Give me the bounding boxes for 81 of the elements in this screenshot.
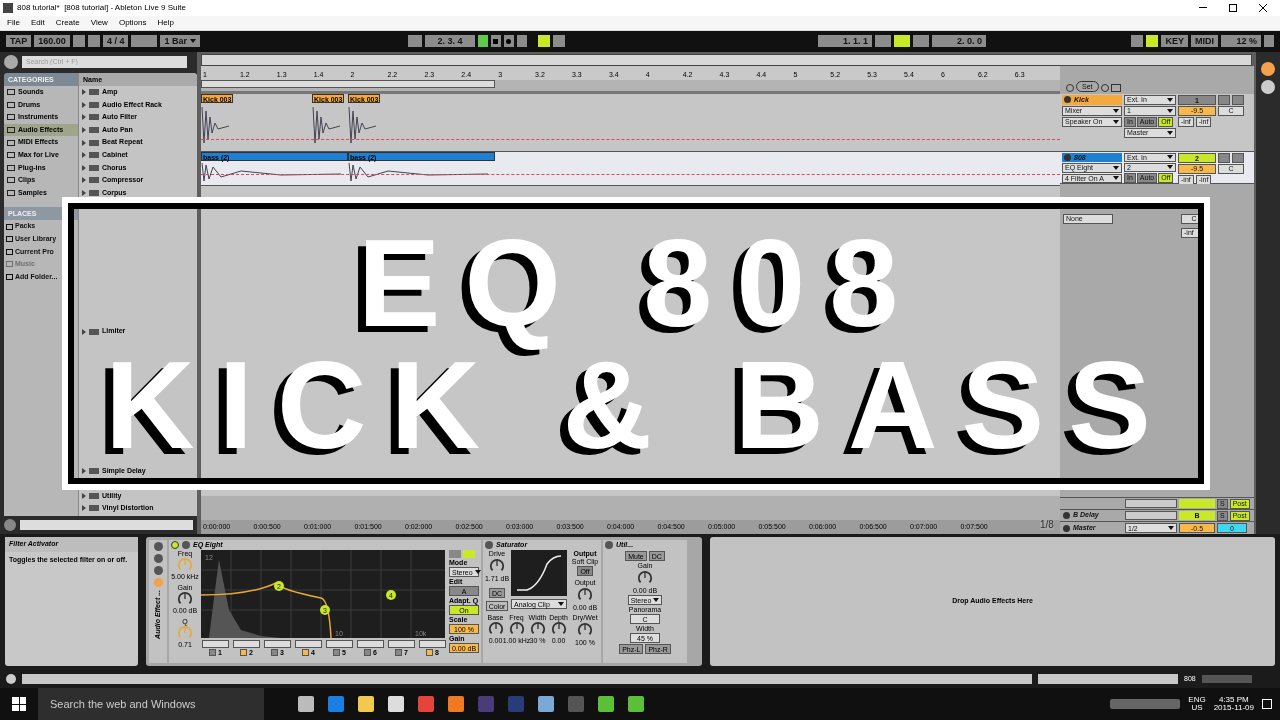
- stop-button[interactable]: [490, 35, 501, 48]
- filter-type-dropdown[interactable]: [202, 640, 229, 649]
- send-field[interactable]: [1125, 511, 1177, 521]
- band-toggle[interactable]: [271, 649, 279, 657]
- band-toggle[interactable]: [364, 649, 372, 657]
- punch-icon[interactable]: [874, 35, 891, 48]
- punch-icon[interactable]: [912, 35, 929, 48]
- pencil-icon[interactable]: [1131, 35, 1144, 48]
- band-toggle[interactable]: [333, 649, 341, 657]
- record-arm-icon[interactable]: [1232, 94, 1244, 105]
- restore-icon[interactable]: [1229, 4, 1237, 12]
- clock-date[interactable]: 2015-11-09: [1213, 704, 1254, 712]
- meter-icon: [1201, 675, 1252, 683]
- close-icon[interactable]: [1259, 4, 1267, 12]
- nudge-icon[interactable]: [87, 35, 100, 48]
- cpu-meter[interactable]: 12 %: [1221, 35, 1261, 48]
- plus-icon[interactable]: [516, 35, 527, 48]
- power-icon[interactable]: [485, 541, 493, 550]
- saturation-curve-display: [511, 550, 567, 597]
- lock-icon[interactable]: [1110, 83, 1121, 92]
- loop-button[interactable]: [893, 35, 910, 48]
- play-preview-icon[interactable]: [4, 54, 18, 69]
- position-field[interactable]: 2. 3. 4: [424, 35, 475, 48]
- solo-icon[interactable]: [1218, 94, 1230, 105]
- metronome-icon[interactable]: [131, 35, 158, 48]
- view-toggle-icon[interactable]: [1261, 61, 1275, 76]
- solo-icon[interactable]: [1218, 152, 1230, 163]
- fold-icon[interactable]: [1064, 96, 1071, 104]
- filter-type-dropdown[interactable]: [388, 640, 415, 649]
- view-toggle-icon[interactable]: [1261, 79, 1275, 94]
- menu-item[interactable]: Edit: [30, 16, 45, 29]
- clock-time[interactable]: 4:35 PM: [1218, 696, 1249, 704]
- minimize-icon[interactable]: [1199, 7, 1207, 9]
- loop-start-field[interactable]: 1. 1. 1: [817, 35, 872, 48]
- menu-item[interactable]: Help: [157, 16, 174, 29]
- follow-button[interactable]: [537, 35, 550, 48]
- filter-type-dropdown[interactable]: [357, 640, 384, 649]
- zoom-label: 1/8: [1040, 520, 1054, 531]
- play-button[interactable]: [477, 35, 488, 48]
- midi-button[interactable]: MIDI: [1191, 35, 1218, 48]
- language-label[interactable]: ENG: [1188, 696, 1206, 704]
- menu-item[interactable]: View: [90, 16, 108, 29]
- search-field[interactable]: Search the web and Windows: [38, 688, 264, 720]
- track-number[interactable]: [1179, 499, 1215, 509]
- band-toggle[interactable]: [240, 649, 248, 657]
- windows-logo-icon[interactable]: [12, 697, 26, 711]
- fold-icon[interactable]: [1064, 154, 1071, 162]
- band-toggle[interactable]: [426, 649, 434, 657]
- notification-icon[interactable]: [1262, 699, 1272, 709]
- window-title: 808 tutorial* [808 tutorial] - Ableton Live 9 Suite: [17, 2, 186, 14]
- menu-item[interactable]: Options: [118, 16, 147, 29]
- preview-field[interactable]: [20, 520, 193, 531]
- nudge-icon[interactable]: [72, 35, 85, 48]
- menu-item[interactable]: File: [7, 16, 20, 29]
- filter-type-dropdown[interactable]: [419, 640, 446, 649]
- quantize-dropdown[interactable]: 1 Bar: [160, 35, 200, 48]
- play-icon[interactable]: [182, 541, 190, 550]
- computer-keyboard-icon[interactable]: [1146, 35, 1159, 48]
- record-button[interactable]: [503, 35, 514, 48]
- power-icon[interactable]: [605, 541, 613, 550]
- filter-type-dropdown[interactable]: [233, 640, 260, 649]
- tempo-field[interactable]: 160.00: [34, 35, 70, 48]
- power-icon[interactable]: [171, 541, 179, 550]
- send-field[interactable]: [1125, 499, 1177, 509]
- key-button[interactable]: KEY: [1161, 35, 1188, 48]
- band-toggle[interactable]: [302, 649, 310, 657]
- wave-icon[interactable]: [4, 519, 16, 532]
- filter-type-dropdown[interactable]: [264, 640, 291, 649]
- status-icon[interactable]: [6, 674, 16, 684]
- band-toggle[interactable]: [209, 649, 217, 657]
- app-logo-icon: [3, 3, 13, 13]
- band-toggle[interactable]: [395, 649, 403, 657]
- loop-length-field[interactable]: 2. 0. 0: [931, 35, 986, 48]
- filter-type-dropdown[interactable]: [326, 640, 353, 649]
- region-label[interactable]: US: [1191, 704, 1203, 712]
- overview-bar[interactable]: [201, 53, 1252, 66]
- filter-type-dropdown[interactable]: [295, 640, 322, 649]
- menu-item[interactable]: Create: [55, 16, 80, 29]
- tap-button[interactable]: TAP: [6, 35, 32, 48]
- signature-field[interactable]: 4 / 4: [102, 35, 129, 48]
- record-arm-icon[interactable]: [1232, 152, 1244, 163]
